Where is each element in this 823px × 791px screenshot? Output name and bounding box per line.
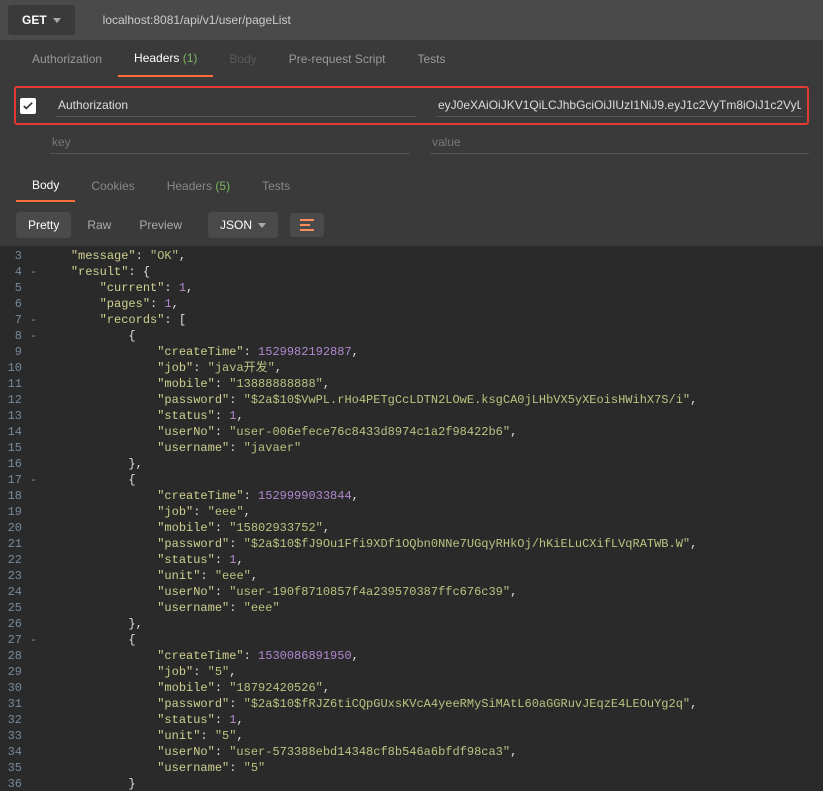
view-preview[interactable]: Preview <box>127 212 194 238</box>
method-label: GET <box>22 13 47 27</box>
code-line: 14 "userNo": "user-006efece76c8433d8974c… <box>0 424 823 440</box>
code-line: 36 } <box>0 776 823 791</box>
tab-headers[interactable]: Headers (1) <box>118 41 213 77</box>
code-line: 30 "mobile": "18792420526", <box>0 680 823 696</box>
request-tabs: Authorization Headers (1) Body Pre-reque… <box>0 40 823 78</box>
checkmark-icon <box>23 101 33 111</box>
response-tabs: Body Cookies Headers (5) Tests <box>0 168 823 204</box>
wrap-toggle[interactable] <box>290 213 324 237</box>
code-line: 8- { <box>0 328 823 344</box>
code-line: 20 "mobile": "15802933752", <box>0 520 823 536</box>
tab-authorization[interactable]: Authorization <box>16 42 118 76</box>
format-label: JSON <box>220 218 252 232</box>
code-line: 28 "createTime": 1530086891950, <box>0 648 823 664</box>
rtab-headers-label: Headers <box>167 179 212 193</box>
code-line: 11 "mobile": "13888888888", <box>0 376 823 392</box>
code-line: 23 "unit": "eee", <box>0 568 823 584</box>
code-line: 27- { <box>0 632 823 648</box>
code-line: 29 "job": "5", <box>0 664 823 680</box>
response-view-bar: Pretty Raw Preview JSON <box>0 204 823 246</box>
tab-headers-label: Headers <box>134 51 179 65</box>
code-line: 22 "status": 1, <box>0 552 823 568</box>
code-line: 15 "username": "javaer" <box>0 440 823 456</box>
code-line: 13 "status": 1, <box>0 408 823 424</box>
header-value-placeholder[interactable] <box>430 131 809 154</box>
code-line: 31 "password": "$2a$10$fRJZ6tiCQpGUxsKVc… <box>0 696 823 712</box>
view-pretty[interactable]: Pretty <box>16 212 71 238</box>
header-enabled-checkbox[interactable] <box>20 98 36 114</box>
wrap-icon <box>300 219 314 231</box>
header-row-empty <box>14 125 809 160</box>
chevron-down-icon <box>53 18 61 23</box>
code-line: 33 "unit": "5", <box>0 728 823 744</box>
code-line: 10 "job": "java开发", <box>0 360 823 376</box>
header-value-input[interactable] <box>436 94 803 117</box>
rtab-body[interactable]: Body <box>16 170 75 202</box>
rtab-tests[interactable]: Tests <box>246 171 306 201</box>
response-body-code[interactable]: 3 "message": "OK",4- "result": {5 "curre… <box>0 246 823 791</box>
rtab-cookies[interactable]: Cookies <box>75 171 150 201</box>
url-input[interactable] <box>95 5 815 35</box>
format-selector[interactable]: JSON <box>208 212 278 238</box>
code-line: 7- "records": [ <box>0 312 823 328</box>
code-line: 6 "pages": 1, <box>0 296 823 312</box>
tab-tests[interactable]: Tests <box>401 42 461 76</box>
code-line: 12 "password": "$2a$10$VwPL.rHo4PETgCcLD… <box>0 392 823 408</box>
rtab-headers-count: (5) <box>215 179 230 193</box>
tab-prerequest[interactable]: Pre-request Script <box>273 42 402 76</box>
code-line: 4- "result": { <box>0 264 823 280</box>
code-line: 26 }, <box>0 616 823 632</box>
header-row-authorization <box>14 86 809 125</box>
chevron-down-icon <box>258 223 266 228</box>
code-line: 3 "message": "OK", <box>0 248 823 264</box>
code-line: 19 "job": "eee", <box>0 504 823 520</box>
http-method-selector[interactable]: GET <box>8 5 75 35</box>
code-line: 17- { <box>0 472 823 488</box>
tab-headers-count: (1) <box>183 51 198 65</box>
rtab-headers[interactable]: Headers (5) <box>151 171 246 201</box>
header-key-placeholder[interactable] <box>50 131 410 154</box>
tab-body[interactable]: Body <box>213 42 272 76</box>
code-line: 9 "createTime": 1529982192887, <box>0 344 823 360</box>
view-raw[interactable]: Raw <box>75 212 123 238</box>
code-line: 24 "userNo": "user-190f8710857f4a2395703… <box>0 584 823 600</box>
code-line: 21 "password": "$2a$10$fJ9Ou1Ffi9XDf1OQb… <box>0 536 823 552</box>
code-line: 18 "createTime": 1529999033844, <box>0 488 823 504</box>
code-line: 34 "userNo": "user-573388ebd14348cf8b546… <box>0 744 823 760</box>
code-line: 5 "current": 1, <box>0 280 823 296</box>
code-line: 32 "status": 1, <box>0 712 823 728</box>
code-line: 25 "username": "eee" <box>0 600 823 616</box>
request-url-bar: GET <box>0 0 823 40</box>
header-key-input[interactable] <box>56 94 416 117</box>
code-line: 35 "username": "5" <box>0 760 823 776</box>
headers-section <box>0 78 823 168</box>
code-line: 16 }, <box>0 456 823 472</box>
